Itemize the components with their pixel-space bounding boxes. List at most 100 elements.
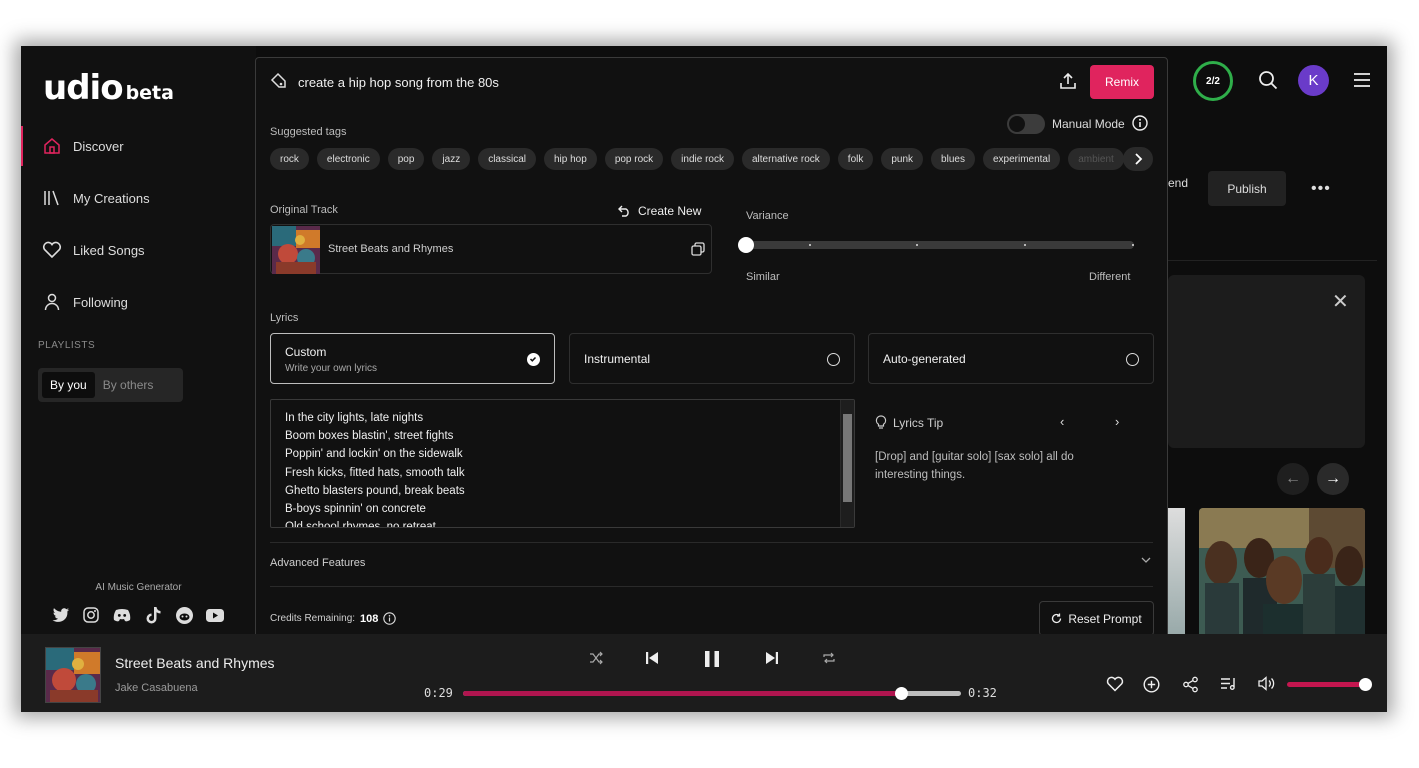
variance-slider[interactable] [746,241,1134,249]
ai-music-generator-label: AI Music Generator [95,582,182,593]
repeat-icon[interactable] [822,651,836,670]
udio-logo[interactable]: udio beta [43,68,174,108]
sidebar-item-discover[interactable]: Discover [21,126,256,166]
tag-chip[interactable]: ambient [1068,148,1124,170]
player-bar: Street Beats and Rhymes Jake Casabuena 0… [21,634,1387,712]
lyrics-scrollbar[interactable] [840,400,854,527]
tag-chip[interactable]: indie rock [671,148,734,170]
tag-chip[interactable]: jazz [432,148,471,170]
reset-prompt-button[interactable]: Reset Prompt [1039,601,1154,636]
tag-chip[interactable]: hip hop [544,148,597,170]
volume-slider-handle[interactable] [1359,678,1372,691]
manual-mode-toggle[interactable]: Manual Mode [1007,114,1148,134]
more-options-button[interactable]: ••• [1311,180,1331,198]
add-circle-icon[interactable] [1143,676,1160,698]
tag-chip[interactable]: folk [837,148,874,170]
credits-remaining: Credits Remaining: 108 [270,612,397,625]
lyrics-textarea[interactable]: In the city lights, late nights Boom box… [270,399,855,528]
song-thumbnail[interactable] [1168,508,1185,634]
menu-icon[interactable] [1353,72,1371,93]
slider-tick [916,244,918,246]
chevron-right-icon[interactable]: › [1115,414,1119,429]
slider-tick [1132,244,1134,246]
playback-progress-bar[interactable] [463,687,961,700]
lyrics-option-custom[interactable]: Custom Write your own lyrics [270,333,555,384]
variance-label: Variance [746,210,789,222]
info-icon[interactable] [383,612,397,625]
heart-icon[interactable] [1106,676,1124,697]
chevron-left-icon[interactable]: ‹ [1060,414,1064,429]
discord-icon[interactable] [113,606,131,624]
credits-label: Credits Remaining: [270,613,356,624]
credits-indicator[interactable]: 2/2 [1193,61,1233,101]
sidebar-item-my-creations[interactable]: My Creations [21,178,256,218]
instagram-icon[interactable] [82,606,100,624]
chevron-down-icon[interactable] [1141,556,1151,567]
now-playing-artist[interactable]: Jake Casabuena [115,682,198,694]
variance-max-label: Different [1089,271,1131,283]
close-icon[interactable]: ✕ [1332,289,1349,314]
advanced-features-toggle[interactable]: Advanced Features [270,557,365,569]
arrow-right-icon[interactable]: → [1317,463,1349,495]
remix-button[interactable]: Remix [1090,65,1154,99]
shuffle-icon[interactable] [589,651,603,670]
info-icon[interactable] [1132,114,1148,134]
queue-icon[interactable] [1220,676,1237,696]
slider-tick [1024,244,1026,246]
reddit-icon[interactable] [175,606,193,624]
manual-mode-switch[interactable] [1007,114,1045,134]
tiktok-icon[interactable] [144,606,162,624]
tab-by-you[interactable]: By you [42,372,95,398]
volume-icon[interactable] [1258,676,1276,696]
track-name: Street Beats and Rhymes [328,243,454,255]
sidebar-item-following[interactable]: Following [21,282,256,322]
song-thumbnail[interactable] [1199,508,1365,634]
chevron-right-icon[interactable] [1123,147,1153,171]
copy-icon[interactable] [691,242,705,261]
previous-icon[interactable] [645,651,659,670]
tab-by-others[interactable]: By others [95,372,162,398]
upload-icon[interactable] [1059,72,1077,95]
tag-chip[interactable]: punk [881,148,924,170]
tag-chip[interactable]: rock [270,148,309,170]
manual-mode-label: Manual Mode [1052,117,1125,131]
search-icon[interactable] [1258,70,1278,95]
tag-chip[interactable]: electronic [316,148,380,170]
sidebar-item-liked-songs[interactable]: Liked Songs [21,230,256,270]
lightbulb-icon [875,415,887,429]
volume-slider[interactable] [1287,682,1367,687]
create-new-button[interactable]: Create New [618,204,701,218]
prompt-input[interactable]: create a hip hop song from the 80s [298,75,499,90]
progress-handle[interactable] [895,687,909,700]
next-icon[interactable] [765,651,779,670]
original-track-card[interactable]: Street Beats and Rhymes [270,224,712,274]
now-playing-artwork[interactable] [45,647,101,703]
tag-chip[interactable]: blues [931,148,975,170]
youtube-icon[interactable] [206,606,224,624]
twitter-icon[interactable] [51,606,69,624]
radio-icon[interactable] [827,353,840,366]
lyrics-option-auto-generated[interactable]: Auto-generated [868,333,1154,384]
pause-icon[interactable] [704,650,720,673]
elapsed-time: 0:29 [424,686,453,700]
lyrics-option-instrumental[interactable]: Instrumental [569,333,855,384]
option-title: Instrumental [584,352,651,366]
tag-chip[interactable]: pop [387,148,425,170]
tag-chip[interactable]: alternative rock [741,148,830,170]
publish-button[interactable]: Publish [1208,171,1286,206]
tag-chip[interactable]: experimental [982,148,1061,170]
sidebar-item-label: My Creations [73,190,150,206]
tag-chip[interactable]: classical [478,148,536,170]
arrow-left-icon[interactable]: ← [1277,463,1309,495]
radio-icon[interactable] [1126,353,1139,366]
scrollbar-thumb[interactable] [843,414,852,502]
extend-button-fragment[interactable]: end [1168,176,1188,190]
tag-chip[interactable]: pop rock [604,148,664,170]
now-playing-title[interactable]: Street Beats and Rhymes [115,655,275,671]
radio-checked-icon[interactable] [527,353,540,366]
remix-modal: create a hip hop song from the 80s Remix… [255,57,1168,650]
library-icon [41,190,63,206]
variance-slider-handle[interactable] [738,237,754,253]
share-icon[interactable] [1182,676,1199,698]
avatar[interactable]: K [1298,65,1329,96]
